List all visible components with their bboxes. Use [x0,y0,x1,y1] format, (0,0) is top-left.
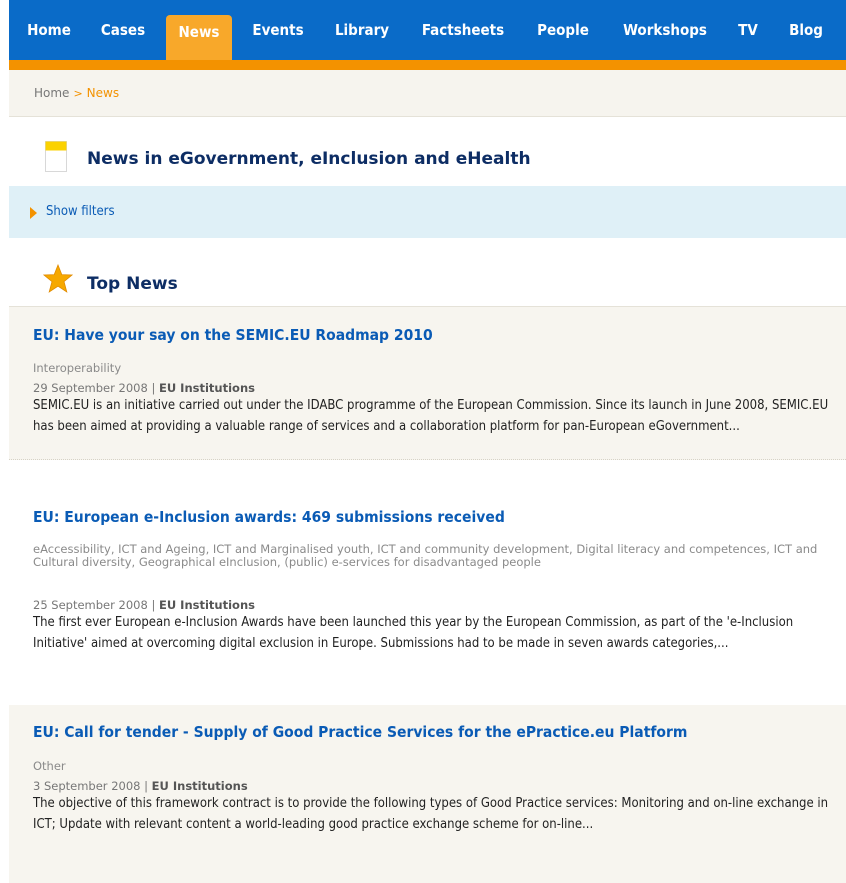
page-title: News in eGovernment, eInclusion and eHea… [87,149,531,169]
top-news-heading: Top News [9,264,846,304]
news-tags: Interoperability [33,361,122,375]
news-title-link[interactable]: EU: Have your say on the SEMIC.EU Roadma… [33,326,433,344]
news-body: The objective of this framework contract… [33,796,829,832]
news-date: 25 September 2008 | EU Institutions [33,598,255,612]
page-heading: News in eGovernment, eInclusion and eHea… [9,140,846,180]
news-date-text: 25 September 2008 [33,598,148,612]
news-source: EU Institutions [151,779,248,793]
nav-item-tv[interactable]: TV [736,0,760,60]
nav-item-workshops[interactable]: Workshops [617,0,713,60]
news-source: EU Institutions [158,381,255,395]
news-date-separator: | [151,381,156,395]
nav-item-people[interactable]: People [533,0,593,60]
breadcrumb: Home > News [9,70,846,117]
nav-item-cases[interactable]: Cases [98,0,148,60]
filters-bar: Show filters [9,186,846,238]
document-icon [45,141,67,172]
news-body: SEMIC.EU is an initiative carried out un… [33,398,829,434]
breadcrumb-separator: > [73,87,83,100]
nav-item-news[interactable]: News [166,15,232,60]
page: Home Cases News Events Library Factsheet… [0,0,846,883]
news-date: 3 September 2008 | EU Institutions [33,779,248,793]
news-title-link[interactable]: EU: European e-Inclusion awards: 469 sub… [33,508,505,526]
news-date-separator: | [144,779,148,793]
star-icon [43,264,73,293]
breadcrumb-home[interactable]: Home [34,86,69,100]
news-tags: eAccessibility, ICT and Ageing, ICT and … [33,542,818,569]
news-item: EU: European e-Inclusion awards: 469 sub… [9,461,846,719]
triangle-right-icon[interactable] [30,207,37,219]
nav-item-home[interactable]: Home [25,0,73,60]
nav-item-factsheets[interactable]: Factsheets [417,0,509,60]
news-date-text: 3 September 2008 [33,779,141,793]
news-date-separator: | [151,598,156,612]
news-date-text: 29 September 2008 [33,381,148,395]
news-date: 29 September 2008 | EU Institutions [33,381,255,395]
news-body: The first ever European e-Inclusion Awar… [33,615,794,651]
main-nav: Home Cases News Events Library Factsheet… [9,0,846,70]
top-news-title: Top News [87,274,178,294]
nav-item-library[interactable]: Library [329,0,395,60]
news-item: EU: Have your say on the SEMIC.EU Roadma… [9,307,846,460]
show-filters-link[interactable]: Show filters [46,204,115,219]
nav-item-blog[interactable]: Blog [784,0,828,60]
news-source: EU Institutions [158,598,255,612]
news-tags: Other [33,759,66,773]
nav-item-events[interactable]: Events [249,0,307,60]
news-title-link[interactable]: EU: Call for tender - Supply of Good Pra… [33,723,687,741]
news-item: EU: Call for tender - Supply of Good Pra… [9,705,846,883]
breadcrumb-current: News [86,86,120,100]
